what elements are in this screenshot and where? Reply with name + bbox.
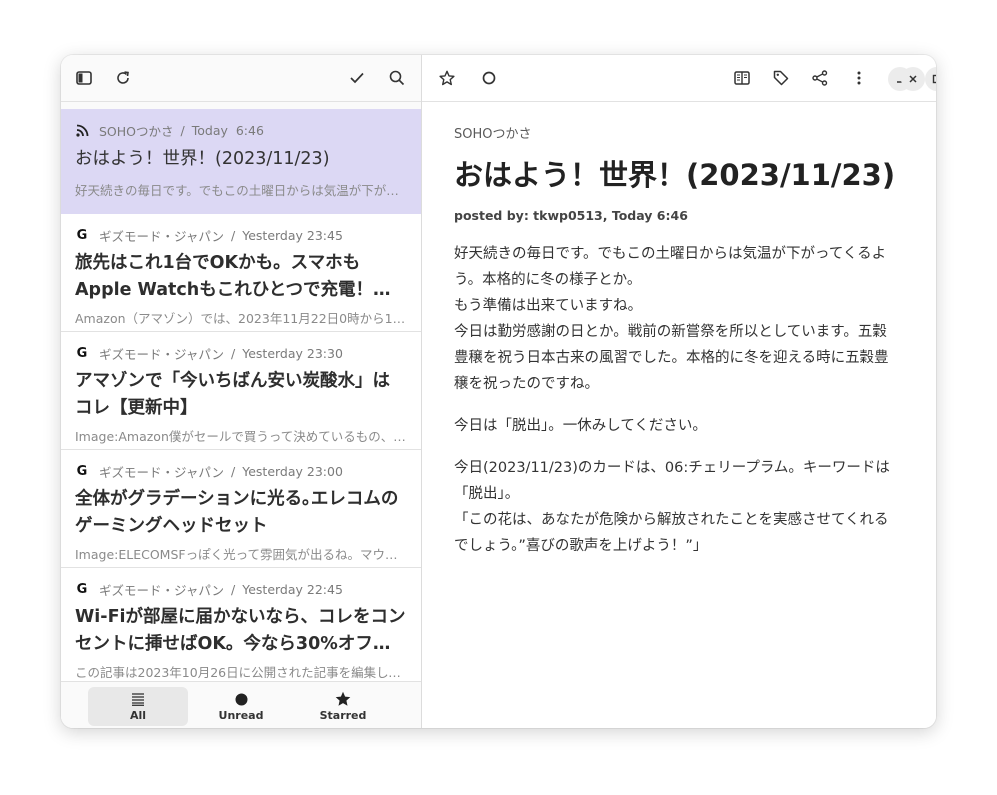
filled-star-icon bbox=[335, 691, 351, 707]
article-reader-pane: SOHOつかさ おはよう！世界！(2023/11/23) posted by: … bbox=[422, 55, 936, 728]
reader-icon bbox=[734, 71, 750, 85]
mark-all-read-button[interactable] bbox=[342, 63, 372, 93]
gizmodo-icon: G bbox=[76, 463, 88, 479]
article-list-item[interactable]: G ギズモード・ジャパン / Yesterday 23:30 アマゾンで「今いち… bbox=[61, 332, 421, 450]
article-paragraph: 今日は「脱出」。一休みしてください。 bbox=[454, 413, 909, 439]
share-button[interactable] bbox=[805, 63, 835, 93]
article-list-item[interactable]: G ギズモード・ジャパン / Yesterday 23:45 旅先はこれ1台でO… bbox=[61, 214, 421, 332]
item-meta: G ギズモード・ジャパン / Yesterday 22:45 bbox=[75, 580, 407, 598]
item-summary: この記事は2023年10月26日に公開された記事を編集して再... bbox=[75, 665, 407, 680]
article-feed-name: SOHOつかさ bbox=[454, 127, 532, 142]
list-header-bar bbox=[61, 55, 421, 102]
filter-all-tab[interactable]: All bbox=[88, 687, 188, 726]
gizmodo-icon: G bbox=[76, 581, 88, 597]
body-line: 「この花は、あなたが危険から解放されたことを実感させてくれる bbox=[454, 512, 889, 528]
filter-starred-label: Starred bbox=[319, 709, 367, 722]
item-feed-name: SOHOつかさ bbox=[99, 123, 174, 139]
article-content: SOHOつかさ おはよう！世界！(2023/11/23) posted by: … bbox=[454, 123, 909, 575]
item-title: アマゾンで「今いちばん安い炭酸水」はコレ【更新中】 bbox=[75, 371, 390, 418]
filled-circle-icon bbox=[235, 691, 248, 707]
item-time: Today 6:46 bbox=[191, 122, 264, 138]
item-feed-name: ギズモード・ジャパン bbox=[99, 582, 225, 598]
body-line: 好天続きの毎日です。でもこの土曜日からは気温が下がってくるよ bbox=[454, 246, 887, 262]
article-list-item[interactable]: G ギズモード・ジャパン / Yesterday 22:45 Wi-Fiが部屋に… bbox=[61, 568, 421, 681]
body-line: 「脱出」。 bbox=[454, 486, 520, 502]
filter-starred-tab[interactable]: Starred bbox=[293, 687, 393, 726]
filter-unread-label: Unread bbox=[218, 709, 264, 722]
body-line: もう準備は出来ていますね。 bbox=[454, 298, 643, 314]
tag-button[interactable] bbox=[766, 63, 796, 93]
item-title: 旅先はこれ1台でOKかも。スマホもApple Watchもこれひとつで充電！ B… bbox=[75, 253, 374, 300]
item-time: Yesterday 22:45 bbox=[242, 581, 343, 597]
item-meta: G ギズモード・ジャパン / Yesterday 23:30 bbox=[75, 344, 407, 362]
item-summary: 好天続きの毎日です。でもこの土曜日からは気温が下がっ... bbox=[75, 183, 407, 198]
item-feed-name: ギズモード・ジャパン bbox=[99, 464, 225, 480]
item-time: Yesterday 23:45 bbox=[242, 227, 343, 243]
search-icon bbox=[389, 70, 405, 86]
reader-header-bar bbox=[422, 55, 936, 102]
item-title: 全体がグラデーションに光る｡エレコムのゲーミングヘッドセット bbox=[75, 489, 399, 536]
search-button[interactable] bbox=[382, 63, 412, 93]
article-byline: posted by: tkwp0513, Today 6:46 bbox=[454, 208, 688, 223]
tag-icon bbox=[773, 70, 789, 86]
item-meta: G ギズモード・ジャパン / Yesterday 23:45 bbox=[75, 226, 407, 244]
item-title: Wi-Fiが部屋に届かないなら、コレをコンセントに挿せばOK。今なら30%オフ… bbox=[75, 607, 406, 654]
gizmodo-icon: G bbox=[76, 227, 88, 243]
article-list-item[interactable]: G ギズモード・ジャパン / Yesterday 23:00 全体がグラデーショ… bbox=[61, 450, 421, 568]
body-line: 今日は「脱出」。一休みしてください。 bbox=[454, 418, 707, 434]
sidebar-toggle-button[interactable] bbox=[69, 63, 99, 93]
meta-separator: / bbox=[180, 122, 185, 138]
filter-bar: All Unread Starred bbox=[61, 681, 421, 728]
circle-outline-icon bbox=[482, 71, 496, 85]
item-meta: G ギズモード・ジャパン / Yesterday 23:00 bbox=[75, 462, 407, 480]
share-icon bbox=[812, 70, 828, 86]
body-line: でしょう。”喜びの歌声を上げよう！”」 bbox=[454, 538, 708, 554]
item-summary: Image:ELECOMSFっぽく光って雰囲気が出るね。マウスや... bbox=[75, 547, 407, 562]
star-button[interactable] bbox=[432, 63, 462, 93]
close-icon bbox=[909, 75, 917, 83]
close-button[interactable] bbox=[901, 67, 925, 91]
filter-all-label: All bbox=[129, 709, 147, 722]
check-icon bbox=[350, 72, 364, 84]
item-time: Yesterday 23:30 bbox=[242, 345, 343, 361]
item-time: Yesterday 23:00 bbox=[242, 463, 343, 479]
filter-unread-tab[interactable]: Unread bbox=[191, 687, 291, 726]
menu-button[interactable] bbox=[844, 63, 874, 93]
article-list-pane: SOHOつかさ / Today 6:46 おはよう！世界！(2023/11/23… bbox=[61, 55, 422, 728]
list-icon bbox=[131, 691, 145, 707]
app-window: SOHOつかさ / Today 6:46 おはよう！世界！(2023/11/23… bbox=[61, 55, 936, 728]
item-feed-name: ギズモード・ジャパン bbox=[99, 346, 225, 362]
reader-view-button[interactable] bbox=[727, 63, 757, 93]
item-title: おはよう！世界！(2023/11/23) bbox=[75, 149, 330, 169]
gizmodo-icon: G bbox=[76, 345, 88, 361]
body-line: う。本格的に冬の様子とか。 bbox=[454, 272, 642, 288]
refresh-button[interactable] bbox=[108, 63, 138, 93]
article-paragraph: 好天続きの毎日です。でもこの土曜日からは気温が下がってくるよ う。本格的に冬の様… bbox=[454, 241, 909, 397]
article-body: 好天続きの毎日です。でもこの土曜日からは気温が下がってくるよ う。本格的に冬の様… bbox=[454, 241, 909, 559]
kebab-menu-icon bbox=[857, 71, 861, 85]
article-title: おはよう！世界！(2023/11/23) bbox=[454, 158, 896, 192]
meta-separator: / bbox=[231, 581, 236, 597]
item-summary: Image:Amazon僕がセールで買うって決めているもの、そ... bbox=[75, 429, 407, 444]
item-feed-name: ギズモード・ジャパン bbox=[99, 228, 225, 244]
refresh-icon bbox=[117, 71, 129, 84]
meta-separator: / bbox=[231, 345, 236, 361]
star-outline-icon bbox=[439, 70, 455, 86]
maximize-icon bbox=[932, 74, 936, 84]
body-line: 豊穣を祝う日本古来の風習でした。本格的に冬を迎える時に五穀豊 bbox=[454, 350, 889, 366]
body-line: 今日(2023/11/23)のカードは、06:チェリープラム。キーワードは bbox=[454, 460, 890, 476]
article-list-item[interactable]: SOHOつかさ / Today 6:46 おはよう！世界！(2023/11/23… bbox=[61, 109, 421, 214]
body-line: 穣を祝ったのですね。 bbox=[454, 376, 599, 392]
item-meta: SOHOつかさ / Today 6:46 bbox=[75, 121, 407, 139]
article-paragraph: 今日(2023/11/23)のカードは、06:チェリープラム。キーワードは 「脱… bbox=[454, 455, 909, 559]
mark-unread-button[interactable] bbox=[474, 63, 504, 93]
sidebar-toggle-icon bbox=[76, 71, 92, 85]
meta-separator: / bbox=[231, 463, 236, 479]
rss-icon bbox=[75, 123, 89, 137]
item-summary: Amazon（アマゾン）では、2023年11月22日0時から11月... bbox=[75, 311, 407, 326]
article-list: SOHOつかさ / Today 6:46 おはよう！世界！(2023/11/23… bbox=[61, 109, 421, 681]
meta-separator: / bbox=[231, 227, 236, 243]
body-line: 今日は勤労感謝の日とか。戦前の新嘗祭を所以としています。五穀 bbox=[454, 324, 887, 340]
